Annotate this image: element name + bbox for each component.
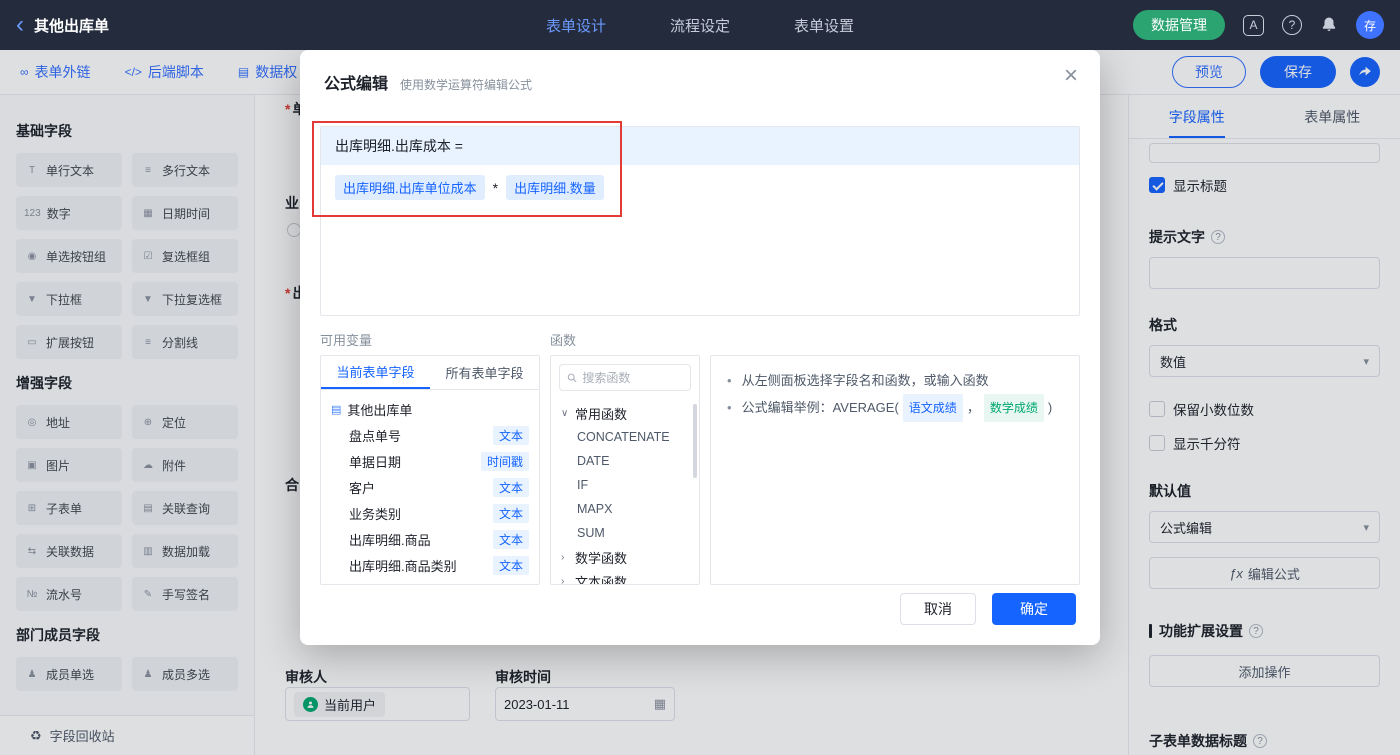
back-icon[interactable]: ‹ (16, 13, 24, 37)
tip-line: 公式编辑举例：AVERAGE( 语文成绩 ， 数学成绩 ) (727, 394, 1063, 422)
variable-field-name: 业务类别 (349, 506, 402, 522)
chevron-down-icon: ∨ (561, 407, 569, 419)
variable-field-type-tag: 文本 (492, 425, 529, 445)
variable-field-name: 出库明细.商品 (349, 532, 431, 548)
function-search[interactable] (559, 364, 691, 391)
variable-field-name: 盘点单号 (349, 428, 402, 444)
form-root-node[interactable]: ▤ 其他出库单 (331, 396, 529, 422)
variable-field-type-tag: 文本 (492, 555, 529, 575)
bell-icon[interactable] (1320, 16, 1338, 34)
function-item[interactable]: DATE (561, 449, 689, 473)
translate-icon[interactable]: A (1243, 14, 1264, 36)
functions-panel: ∨ 常用函数 CONCATENATEDATEIFMAPXSUM › 数学函数 › 文本函数 (550, 355, 700, 585)
variable-field-name: 出库明细.商品类别 (349, 558, 457, 574)
variable-field-row[interactable]: 业务类别 文本 (331, 500, 529, 526)
variable-field-type-tag: 时间戳 (480, 451, 529, 471)
function-item[interactable]: SUM (561, 521, 689, 545)
chevron-right-icon: › (561, 551, 565, 563)
function-group-label: 文本函数 (575, 574, 628, 585)
example-field-chip: 语文成绩 (902, 394, 963, 422)
function-list: ∨ 常用函数 CONCATENATE DATE IF MAPX SUM › 数学函数 › 文本函数 (551, 399, 699, 585)
variable-field-type-tag: 文本 (492, 477, 529, 497)
variable-field-row[interactable]: 客户 文本 (331, 474, 529, 500)
data-manage-button[interactable]: 数据管理 (1133, 10, 1225, 40)
formula-target-line: 出库明细.出库成本 = (321, 127, 1079, 165)
form-root-label: 其他出库单 (347, 402, 413, 418)
modal-subtitle: 使用数学运算符编辑公式 (400, 78, 533, 92)
topbar-tabs: 表单设计 流程设定 表单设置 (546, 15, 854, 36)
document-icon: ▤ (331, 403, 342, 416)
close-icon[interactable]: × (1064, 64, 1078, 88)
confirm-button[interactable]: 确定 (992, 593, 1076, 625)
example-field-chip: 数学成绩 (983, 394, 1044, 422)
function-item[interactable]: CONCATENATE (561, 425, 689, 449)
tips-panel: 从左侧面板选择字段名和函数，或输入函数 公式编辑举例：AVERAGE( 语文成绩… (710, 355, 1080, 585)
variable-field-row[interactable]: 盘点单号 文本 (331, 422, 529, 448)
variable-field-type-tag: 文本 (492, 529, 529, 549)
formula-field-chip[interactable]: 出库明细.数量 (506, 175, 604, 200)
topbar-right: 数据管理 A ? 存 (1133, 10, 1384, 40)
topbar: ‹ 其他出库单 表单设计 流程设定 表单设置 数据管理 A ? 存 (0, 0, 1400, 50)
topbar-tab[interactable]: 表单设计 (546, 15, 606, 36)
variable-field-row[interactable]: 出库明细.商品 文本 (331, 526, 529, 552)
formula-expression-line: 出库明细.出库单位成本 * 出库明细.数量 (321, 165, 1079, 210)
function-item[interactable]: IF (561, 473, 689, 497)
search-icon (567, 373, 577, 382)
page-title: 其他出库单 (34, 17, 110, 35)
variable-field-type-tag: 文本 (492, 503, 529, 523)
modal-header: 公式编辑 使用数学运算符编辑公式 (300, 50, 1100, 94)
variable-field-row[interactable]: 出库明细.商品类别 文本 (331, 552, 529, 578)
variable-field-list: 盘点单号 文本 单据日期 时间戳 客户 文本 业务类别 文本 出库明细.商品 文本 出库明细.商品类… (331, 422, 529, 578)
function-group-text[interactable]: › 文本函数 (561, 569, 689, 585)
formula-field-chip[interactable]: 出库明细.出库单位成本 (335, 175, 485, 200)
variables-panel: 当前表单字段 所有表单字段 ▤ 其他出库单 盘点单号 文本 单据日期 时间戳 客户 文本业… (320, 355, 540, 585)
functions-label: 函数 (550, 333, 577, 348)
tip-line: 从左侧面板选择字段名和函数，或输入函数 (727, 368, 1063, 394)
app-root: ‹ 其他出库单 表单设计 流程设定 表单设置 数据管理 A ? 存 ∞ 表单外链 </>… (0, 0, 1400, 755)
topbar-tab[interactable]: 流程设定 (670, 15, 730, 36)
function-group-common[interactable]: ∨ 常用函数 (561, 401, 689, 425)
function-search-input[interactable] (582, 370, 683, 385)
variable-field-row[interactable]: 单据日期 时间戳 (331, 448, 529, 474)
function-item[interactable]: MAPX (561, 497, 689, 521)
modal-footer: 取消 确定 (900, 593, 1076, 625)
variable-field-name: 客户 (349, 480, 376, 496)
function-group-label: 数学函数 (575, 550, 628, 566)
function-group-math[interactable]: › 数学函数 (561, 545, 689, 569)
variables-label: 可用变量 (320, 333, 373, 348)
variables-tabs: 当前表单字段 所有表单字段 (321, 356, 539, 390)
chevron-right-icon: › (561, 575, 565, 585)
cancel-button[interactable]: 取消 (900, 593, 976, 625)
modal-title: 公式编辑 (324, 76, 389, 93)
topbar-tab[interactable]: 表单设置 (794, 15, 854, 36)
tab-current-form-fields[interactable]: 当前表单字段 (321, 356, 430, 389)
modal-panels: 当前表单字段 所有表单字段 ▤ 其他出库单 盘点单号 文本 单据日期 时间戳 客户 文本业… (320, 355, 1080, 585)
variables-tree: ▤ 其他出库单 盘点单号 文本 单据日期 时间戳 客户 文本 业务类别 文本 出库明细.商品 文本… (321, 390, 539, 584)
help-icon[interactable]: ? (1282, 15, 1302, 35)
function-group-label: 常用函数 (575, 406, 628, 422)
scrollbar-thumb[interactable] (693, 404, 697, 478)
panel-labels: 可用变量 函数 (320, 330, 1080, 349)
variable-field-name: 单据日期 (349, 454, 402, 470)
tab-all-form-fields[interactable]: 所有表单字段 (430, 356, 539, 389)
multiply-operator: * (492, 179, 499, 196)
formula-edit-modal: 公式编辑 使用数学运算符编辑公式 × 出库明细.出库成本 = 出库明细.出库单位… (300, 50, 1100, 645)
avatar[interactable]: 存 (1356, 11, 1384, 39)
formula-editor[interactable]: 出库明细.出库成本 = 出库明细.出库单位成本 * 出库明细.数量 (312, 121, 1080, 316)
